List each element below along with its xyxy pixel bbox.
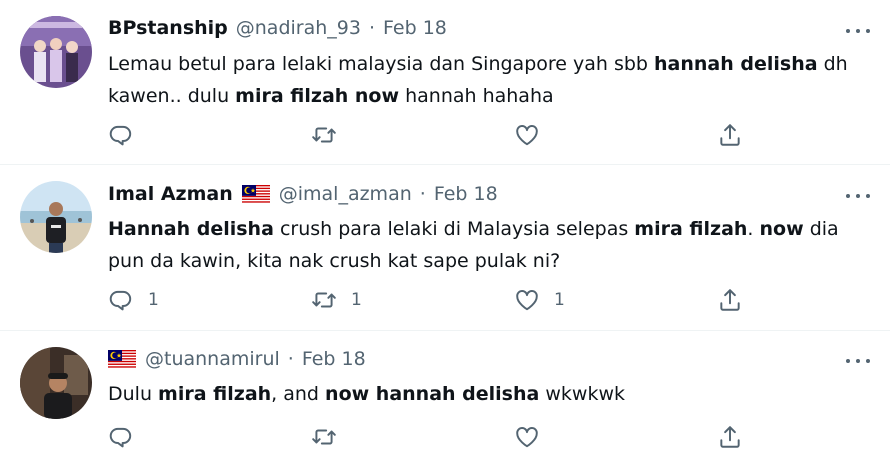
share-icon xyxy=(720,426,740,448)
display-name[interactable]: BPstanship xyxy=(108,17,228,39)
timestamp[interactable]: Feb 18 xyxy=(302,348,366,370)
like-count: 1 xyxy=(554,290,565,310)
reply-button[interactable]: 1 xyxy=(108,287,159,313)
retweet-button[interactable] xyxy=(311,424,351,450)
malaysia-flag-icon xyxy=(108,349,136,369)
text-segment: wkwkwk xyxy=(539,383,625,405)
more-icon[interactable] xyxy=(846,21,870,41)
text-segment: . xyxy=(747,218,760,240)
reply-icon xyxy=(109,125,132,146)
text-segment: mira filzah xyxy=(158,383,272,405)
text-segment: now hannah delisha xyxy=(325,383,540,405)
text-segment: , and xyxy=(271,383,326,405)
reply-count: 1 xyxy=(148,290,159,310)
retweet-button[interactable]: 1 xyxy=(311,287,362,313)
retweet-icon xyxy=(312,292,336,308)
action-bar xyxy=(108,122,868,148)
user-handle[interactable]: @nadirah_93 xyxy=(236,17,361,39)
share-button[interactable] xyxy=(717,424,743,450)
tweet[interactable]: BPstanship @nadirah_93 · Feb 18 Lemau be… xyxy=(0,0,890,164)
text-segment: Dulu xyxy=(108,383,159,405)
retweet-count: 1 xyxy=(351,290,362,310)
like-button[interactable] xyxy=(514,424,554,450)
tweet[interactable]: Imal Azman @imal_azman · Feb 18 Hannah d… xyxy=(0,165,890,330)
share-button[interactable] xyxy=(717,287,743,313)
text-segment: Hannah delisha xyxy=(108,218,274,240)
text-segment: hannah hahaha xyxy=(399,85,554,107)
text-segment: mira filzah now xyxy=(235,85,400,107)
text-segment: hannah delisha xyxy=(654,53,818,75)
separator: · xyxy=(419,183,426,205)
reply-icon xyxy=(109,290,132,311)
retweet-button[interactable] xyxy=(311,122,351,148)
tweet[interactable]: @tuannamirul · Feb 18 Dulu mira filzah, … xyxy=(0,331,890,466)
retweet-icon xyxy=(312,127,336,143)
like-icon xyxy=(516,427,538,448)
more-icon[interactable] xyxy=(846,351,870,371)
tweet-header: @tuannamirul · Feb 18 xyxy=(108,348,366,370)
user-handle[interactable]: @imal_azman xyxy=(279,183,412,205)
more-icon[interactable] xyxy=(846,186,870,206)
user-handle[interactable]: @tuannamirul xyxy=(145,348,280,370)
text-segment: Lemau betul para lelaki malaysia dan Sin… xyxy=(108,53,655,75)
tweet-text: Hannah delisha crush para lelaki di Mala… xyxy=(108,213,868,277)
separator: · xyxy=(368,17,376,39)
like-icon xyxy=(516,125,538,146)
text-segment: now xyxy=(759,218,804,240)
text-segment: crush para lelaki di Malaysia selepas xyxy=(273,218,635,240)
avatar[interactable] xyxy=(20,181,92,253)
text-segment: mira filzah xyxy=(634,218,748,240)
timestamp[interactable]: Feb 18 xyxy=(383,17,447,39)
tweet-header: BPstanship @nadirah_93 · Feb 18 xyxy=(108,17,447,39)
action-bar xyxy=(108,424,868,450)
share-icon xyxy=(720,289,740,311)
reply-icon xyxy=(109,427,132,448)
tweet-text: Dulu mira filzah, and now hannah delisha… xyxy=(108,378,868,410)
retweet-icon xyxy=(312,429,336,445)
separator: · xyxy=(287,348,294,370)
tweet-header: Imal Azman @imal_azman · Feb 18 xyxy=(108,183,498,205)
share-icon xyxy=(720,124,740,146)
malaysia-flag-icon xyxy=(241,184,270,204)
like-button[interactable]: 1 xyxy=(514,287,565,313)
share-button[interactable] xyxy=(717,122,743,148)
display-name[interactable]: Imal Azman xyxy=(108,183,233,205)
avatar[interactable] xyxy=(20,16,92,88)
avatar[interactable] xyxy=(20,347,92,419)
reply-button[interactable] xyxy=(108,424,148,450)
reply-button[interactable] xyxy=(108,122,148,148)
tweet-text: Lemau betul para lelaki malaysia dan Sin… xyxy=(108,48,868,112)
action-bar: 1 1 1 xyxy=(108,287,868,313)
like-button[interactable] xyxy=(514,122,554,148)
like-icon xyxy=(516,290,538,311)
timestamp[interactable]: Feb 18 xyxy=(434,183,498,205)
